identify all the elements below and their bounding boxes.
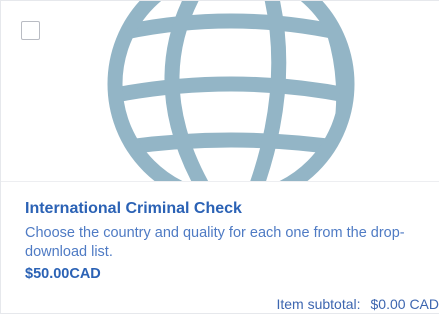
product-image [1, 1, 439, 181]
image-divider [1, 181, 439, 182]
product-price: $50.00CAD [25, 266, 101, 282]
product-title[interactable]: International Criminal Check [25, 200, 242, 218]
item-subtotal: Item subtotal: $0.00 CAD [276, 296, 439, 312]
subtotal-label: Item subtotal: [276, 296, 361, 312]
product-card: International Criminal Check Choose the … [0, 0, 439, 314]
price-amount: $50.00 [25, 266, 70, 282]
subtotal-value: $0.00 CAD [370, 296, 439, 312]
product-description: Choose the country and quality for each … [25, 225, 405, 260]
select-checkbox[interactable] [21, 21, 40, 40]
globe-icon [107, 1, 439, 181]
price-currency: CAD [69, 266, 101, 282]
